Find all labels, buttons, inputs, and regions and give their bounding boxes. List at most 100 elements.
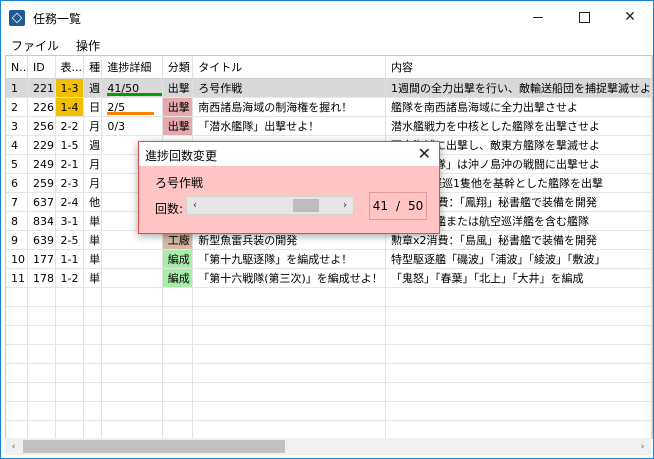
- empty-cell: [192, 401, 386, 421]
- cell-title: 「第十六戦隊(第三次)」を編成せよ！: [192, 268, 386, 288]
- cell-area: 1-4: [55, 97, 85, 117]
- empty-cell: [385, 363, 652, 383]
- maximize-button[interactable]: [561, 1, 607, 33]
- horizontal-scrollbar[interactable]: ‹ ›: [5, 438, 651, 455]
- empty-cell: [55, 306, 85, 326]
- empty-cell: [162, 306, 194, 326]
- col-header-title[interactable]: タイトル: [192, 56, 386, 79]
- cell-id: 259: [27, 173, 56, 193]
- cell-number: 1: [6, 78, 28, 98]
- cell-area: 1-3: [55, 78, 85, 98]
- empty-cell: [83, 382, 103, 402]
- cell-progress: [101, 268, 163, 288]
- empty-cell: [83, 401, 103, 421]
- minimize-button[interactable]: [515, 1, 561, 33]
- cell-id: 177: [27, 249, 56, 269]
- dialog-title-bar[interactable]: 進捗回数変更 ✕: [139, 142, 439, 166]
- empty-cell: [55, 325, 85, 345]
- cell-id: 249: [27, 154, 56, 174]
- cell-type: 週: [83, 78, 103, 98]
- scroll-left-icon[interactable]: ‹: [5, 438, 22, 455]
- cell-number: 2: [6, 97, 28, 117]
- cell-number: 9: [6, 230, 28, 250]
- cell-type: 週: [83, 135, 103, 155]
- dialog-close-icon[interactable]: ✕: [418, 144, 431, 163]
- count-slider[interactable]: ‹ ›: [186, 196, 354, 215]
- cell-area: 2-5: [55, 230, 85, 250]
- menu-file[interactable]: ファイル: [1, 34, 66, 54]
- quest-table: N.. ID 表... 種 進捗詳細⌄ 分類 タイトル 内容 12211-3週4…: [5, 55, 653, 439]
- cell-area: 2-3: [55, 173, 85, 193]
- table-row[interactable]: 1 221 1-3 週 41/50 出撃 ろ号作戦 1週間の全力出撃を行い、敵輸送船団を捕捉撃…: [6, 78, 652, 98]
- table-row[interactable]: 10 177 1-1 単 編成 「第十九駆逐隊」を編成せよ！ 特型駆逐艦「磯波」「浦波」「綾…: [6, 249, 652, 269]
- cell-area: 2-1: [55, 154, 85, 174]
- cell-area: 2-2: [55, 116, 85, 136]
- col-header-progress[interactable]: 進捗詳細⌄: [101, 56, 163, 79]
- cell-id: 221: [27, 78, 56, 98]
- cell-type: 単: [83, 211, 103, 231]
- count-display: 41 / 50: [369, 192, 427, 220]
- empty-cell: [55, 344, 85, 364]
- col-header-progress-label: 進捗詳細: [107, 61, 152, 74]
- cell-number: 6: [6, 173, 28, 193]
- empty-cell: [83, 420, 103, 438]
- empty-cell: [192, 306, 386, 326]
- cell-type: 月: [83, 173, 103, 193]
- scroll-thumb[interactable]: [23, 440, 285, 453]
- cell-category: 出撃: [162, 97, 194, 117]
- empty-cell: [6, 325, 28, 345]
- slider-left-icon[interactable]: ‹: [187, 197, 203, 214]
- slider-thumb[interactable]: [293, 199, 319, 212]
- empty-cell: [55, 287, 85, 307]
- empty-cell: [27, 344, 56, 364]
- close-button[interactable]: ✕: [607, 1, 653, 33]
- table-row[interactable]: 2 226 1-4 日 2/5 出撃 南西諸島海域の制海権を握れ！ 艦隊を南西諸島海域に全力出…: [6, 97, 652, 117]
- table-row[interactable]: 11 178 1-2 単 編成 「第十六戦隊(第三次)」を編成せよ！ 「鬼怒」「春葉」「北上…: [6, 268, 652, 288]
- table-row[interactable]: 3 256 2-2 月 0/3 出撃 「潜水艦隊」出撃せよ！ 潜水艦戦力を中核とした艦隊を出撃…: [6, 116, 652, 136]
- col-header-number[interactable]: N..: [6, 56, 28, 79]
- progress-change-dialog: 進捗回数変更 ✕ ろ号作戦 回数: ‹ › 41 / 50: [138, 141, 440, 234]
- empty-cell: [192, 344, 386, 364]
- cell-progress: 41/50: [101, 78, 163, 98]
- empty-cell: [27, 363, 56, 383]
- empty-cell: [27, 420, 56, 438]
- empty-cell: [162, 287, 194, 307]
- cell-progress: 2/5: [101, 97, 163, 117]
- empty-cell: [192, 287, 386, 307]
- scroll-right-icon[interactable]: ›: [634, 438, 651, 455]
- cell-id: 229: [27, 135, 56, 155]
- empty-cell: [385, 306, 652, 326]
- cell-id: 178: [27, 268, 56, 288]
- empty-row: [6, 287, 652, 307]
- slider-right-icon[interactable]: ›: [337, 197, 353, 214]
- cell-number: 4: [6, 135, 28, 155]
- cell-content: 「鬼怒」「春葉」「北上」「大井」を編成: [385, 268, 652, 288]
- col-header-area[interactable]: 表...: [55, 56, 85, 79]
- empty-cell: [101, 325, 163, 345]
- empty-cell: [101, 420, 163, 438]
- cell-type: 単: [83, 230, 103, 250]
- empty-cell: [6, 306, 28, 326]
- cell-number: 3: [6, 116, 28, 136]
- col-header-content[interactable]: 内容: [385, 56, 652, 79]
- empty-cell: [55, 363, 85, 383]
- empty-cell: [101, 401, 163, 421]
- empty-cell: [385, 401, 652, 421]
- empty-row: [6, 306, 652, 326]
- progress-bar: [107, 112, 155, 115]
- empty-cell: [6, 287, 28, 307]
- title-bar[interactable]: 任務一覧 ✕: [1, 1, 653, 33]
- col-header-id[interactable]: ID: [27, 56, 56, 79]
- close-icon: ✕: [624, 9, 636, 25]
- col-header-category[interactable]: 分類: [162, 56, 194, 79]
- menu-operation[interactable]: 操作: [66, 34, 107, 54]
- minimize-icon: [533, 16, 543, 18]
- count-separator: /: [395, 199, 401, 213]
- empty-cell: [55, 401, 85, 421]
- count-label: 回数:: [155, 202, 184, 216]
- cell-number: 7: [6, 192, 28, 212]
- empty-row: [6, 344, 652, 364]
- empty-cell: [192, 325, 386, 345]
- empty-cell: [385, 325, 652, 345]
- col-header-type[interactable]: 種: [83, 56, 103, 79]
